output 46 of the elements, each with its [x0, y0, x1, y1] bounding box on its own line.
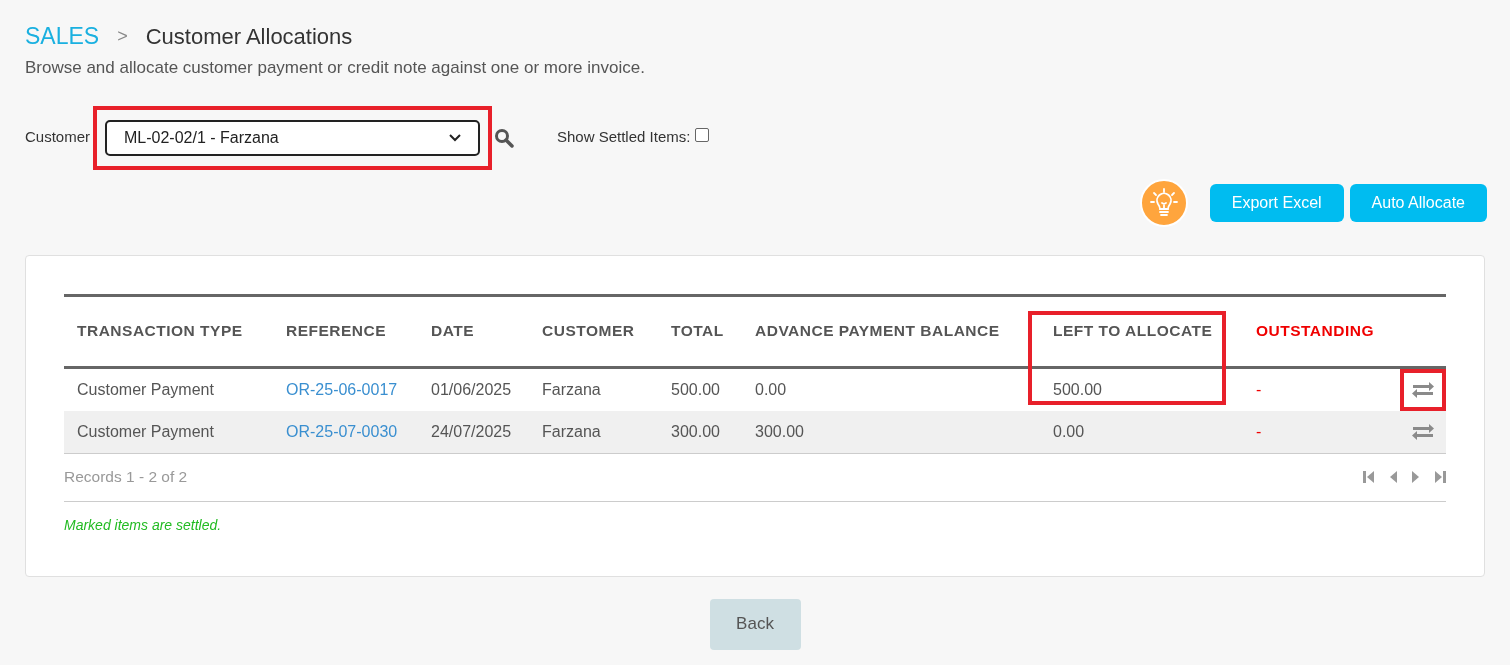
last-page-icon[interactable]	[1435, 470, 1446, 484]
first-page-icon[interactable]	[1363, 470, 1374, 484]
table-cell: 500.00	[671, 380, 720, 398]
table-cell: 0.00	[1053, 422, 1085, 440]
table-cell: 0.00	[755, 380, 787, 398]
page-description: Browse and allocate customer payment or credit note against one or more invoice.	[25, 57, 646, 79]
column-header: LEFT TO ALLOCATE	[1040, 295, 1243, 367]
table-cell: Farzana	[542, 380, 601, 398]
column-header: DATE	[418, 295, 529, 367]
swap-arrows-icon[interactable]	[1411, 380, 1435, 399]
reference-link[interactable]: OR-25-06-0017	[286, 380, 398, 398]
next-page-icon[interactable]	[1412, 470, 1420, 484]
customer-select[interactable]: ML-02-02/1 - Farzana	[105, 119, 480, 156]
previous-page-icon[interactable]	[1389, 470, 1397, 484]
swap-arrows-icon[interactable]	[1411, 422, 1435, 441]
records-count: Records 1 - 2 of 2	[64, 467, 188, 488]
show-settled-checkbox[interactable]	[695, 127, 710, 142]
reference-link[interactable]: OR-25-07-0030	[286, 422, 398, 440]
table-cell: Customer Payment	[77, 422, 214, 440]
column-header: TOTAL	[658, 295, 742, 367]
table-cell: 01/06/2025	[431, 380, 512, 398]
table-cell: 24/07/2025	[431, 422, 512, 440]
page-title: Customer Allocations	[145, 22, 353, 51]
action-button[interactable]: Auto Allocate	[1349, 183, 1487, 222]
settled-note: Marked items are settled.	[64, 515, 223, 535]
show-settled-label: Show Settled Items:	[557, 127, 691, 148]
customer-label: Customer	[25, 127, 92, 148]
table-cell: 300.00	[671, 422, 720, 440]
column-header: CUSTOMER	[529, 295, 658, 367]
back-button[interactable]: Back	[709, 598, 801, 650]
column-header: ADVANCE PAYMENT BALANCE	[742, 295, 1040, 367]
table-cell: -	[1256, 380, 1262, 398]
action-button[interactable]: Export Excel	[1209, 183, 1344, 222]
table-cell: 300.00	[755, 422, 804, 440]
breadcrumb-link[interactable]: SALES	[25, 18, 100, 54]
table-cell: 500.00	[1053, 380, 1102, 398]
lightbulb-icon[interactable]	[1139, 178, 1188, 227]
column-header: REFERENCE	[273, 295, 418, 367]
table-cell: Customer Payment	[77, 380, 214, 398]
chevron-down-icon	[449, 133, 461, 142]
column-header: TRANSACTION TYPE	[64, 295, 273, 367]
table-cell: -	[1256, 422, 1262, 440]
column-header: OUTSTANDING	[1243, 295, 1400, 367]
search-icon[interactable]	[494, 127, 514, 148]
breadcrumb-separator: >	[117, 24, 128, 48]
table-cell: Farzana	[542, 422, 601, 440]
